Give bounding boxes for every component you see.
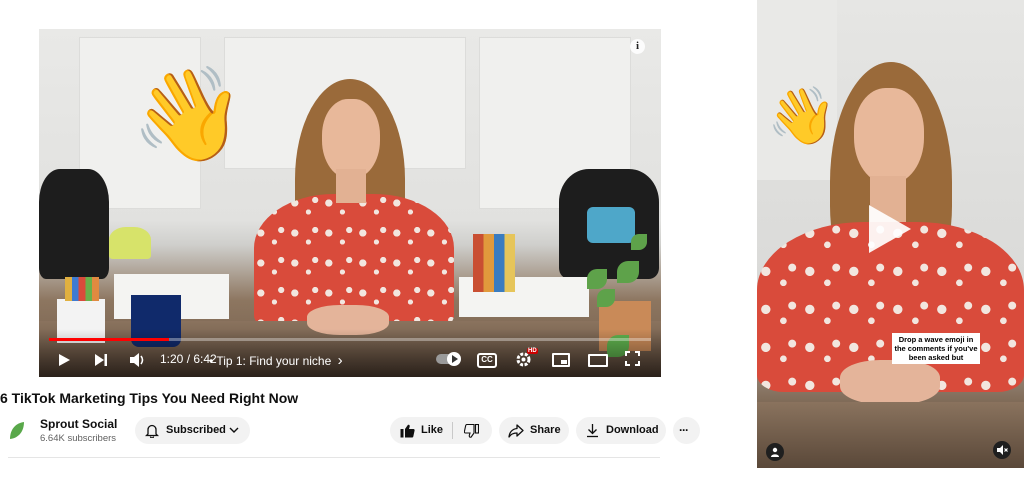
progress-bar-played [49, 338, 169, 341]
player-controls: 1:20 / 6:42 • Tip 1: Find your niche › C… [39, 329, 661, 377]
plant-leaf [631, 234, 647, 250]
volume-icon[interactable] [129, 352, 146, 368]
share-button[interactable]: Share [499, 417, 569, 444]
short-video-player[interactable]: 👋 Drop a wave emoji in the comments if y… [757, 0, 1024, 468]
channel-name[interactable]: Sprout Social [40, 417, 117, 431]
download-icon [587, 424, 598, 438]
next-icon[interactable] [94, 353, 108, 367]
presenter-hands [840, 360, 940, 404]
subscribed-label: Subscribed [166, 424, 226, 436]
background-plant-left [109, 227, 151, 259]
chapter-title-text: • Tip 1: Find your niche [209, 354, 332, 368]
info-icon[interactable]: i [630, 39, 645, 54]
background-chair-left [39, 169, 109, 279]
like-divider [452, 422, 453, 439]
mute-icon-glyph [996, 445, 1008, 455]
captions-icon[interactable]: CC [477, 353, 497, 368]
miniplayer-inner [561, 360, 567, 364]
theater-mode-icon[interactable] [588, 354, 608, 367]
wave-emoji-overlay: 👋 [767, 84, 837, 147]
subscriber-count: 6.64K subscribers [40, 433, 117, 444]
chevron-down-icon [229, 427, 239, 433]
like-button[interactable]: Like [390, 417, 452, 444]
autoplay-play-icon [452, 355, 458, 363]
miniplayer-icon[interactable] [552, 353, 570, 367]
mute-icon[interactable] [993, 441, 1011, 459]
plant-leaf [597, 289, 615, 307]
caption-overlay: Drop a wave emoji in the comments if you… [892, 333, 980, 364]
background-pillow [587, 207, 635, 243]
play-icon[interactable] [57, 353, 71, 367]
presenter-face [854, 88, 924, 184]
pencils [65, 277, 99, 301]
presenter-face [322, 99, 380, 179]
thumbs-up-icon [400, 424, 415, 438]
hd-badge: HD [527, 348, 538, 354]
bell-icon [145, 424, 159, 438]
more-actions-button[interactable]: ··· [673, 417, 700, 444]
autoplay-toggle-icon[interactable] [436, 352, 461, 366]
progress-bar[interactable] [49, 338, 651, 341]
download-label: Download [606, 424, 659, 436]
wave-emoji-overlay: 👋 [131, 64, 246, 166]
presenter-neck [336, 169, 366, 203]
channel-logo-icon[interactable] [8, 421, 25, 440]
desk [757, 402, 1024, 468]
fullscreen-icon[interactable] [625, 351, 640, 366]
divider [8, 457, 660, 458]
download-button[interactable]: Download [576, 417, 666, 444]
video-title: 6 TikTok Marketing Tips You Need Right N… [0, 390, 299, 406]
thumbs-down-icon[interactable] [464, 424, 479, 438]
chevron-right-icon: › [337, 352, 343, 369]
like-dislike-group: Like [390, 417, 492, 444]
background-books [473, 234, 515, 292]
user-icon-glyph [771, 447, 779, 457]
like-label: Like [421, 424, 444, 436]
play-icon[interactable] [869, 205, 911, 253]
share-label: Share [530, 424, 561, 436]
user-icon[interactable] [766, 443, 784, 461]
video-player[interactable]: 👋 i 1:20 / 6:42 • Tip 1: Find your niche… [39, 29, 661, 377]
more-icon: ··· [679, 423, 689, 437]
share-icon [508, 424, 524, 438]
plant-leaf [587, 269, 607, 289]
subscribed-button[interactable]: Subscribed [135, 417, 250, 444]
plant-leaf [617, 261, 639, 283]
chapter-title[interactable]: • Tip 1: Find your niche › [209, 352, 343, 369]
